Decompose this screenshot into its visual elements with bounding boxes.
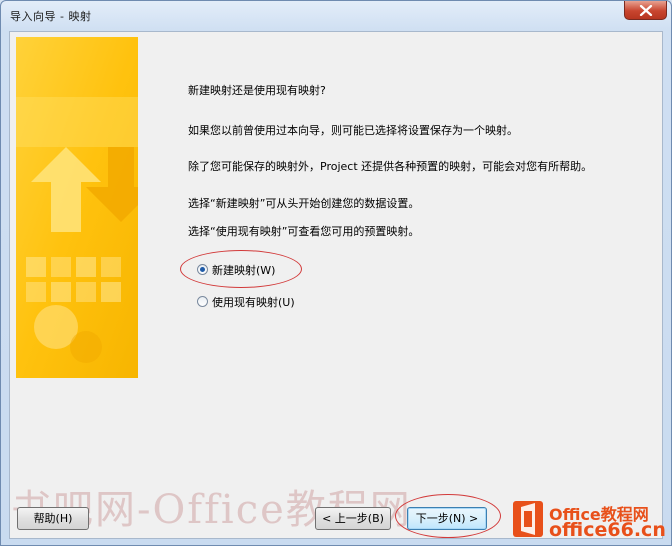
next-button[interactable]: 下一步(N) >	[407, 507, 487, 530]
wizard-client-area: 新建映射还是使用现有映射? 如果您以前曾使用过本向导，则可能已选择将设置保存为一…	[9, 31, 663, 539]
close-button[interactable]	[624, 1, 667, 20]
back-button[interactable]: < 上一步(B)	[315, 507, 391, 530]
window-title: 导入向导 - 映射	[10, 10, 92, 23]
new-map-label[interactable]: 新建映射(W)	[212, 262, 275, 278]
question-text: 新建映射还是使用现有映射?	[188, 84, 326, 97]
info-text-1: 如果您以前曾使用过本向导，则可能已选择将设置保存为一个映射。	[188, 124, 518, 137]
info-text-4: 选择“使用现有映射”可查看您可用的预置映射。	[188, 225, 420, 238]
site-logo: Office教程网 office66.cn	[513, 499, 667, 543]
help-button[interactable]: 帮助(H)	[17, 507, 89, 530]
info-text-2: 除了您可能保存的映射外，Project 还提供各种预置的映射，可能会对您有所帮助…	[188, 160, 593, 173]
new-map-radio[interactable]	[197, 264, 208, 275]
info-text-3: 选择“新建映射”可从头开始创建您的数据设置。	[188, 197, 420, 210]
close-icon	[639, 5, 653, 16]
office-logo-icon	[513, 501, 543, 537]
wizard-banner-image	[16, 37, 138, 378]
wizard-window: 导入向导 - 映射 新建映射还是使用现有映射? 如果您以前曾使用过本向导，则可能…	[0, 0, 672, 546]
logo-text-2: office66.cn	[549, 519, 666, 541]
existing-map-label[interactable]: 使用现有映射(U)	[212, 294, 295, 310]
existing-map-radio[interactable]	[197, 296, 208, 307]
title-bar[interactable]: 导入向导 - 映射	[1, 1, 671, 31]
